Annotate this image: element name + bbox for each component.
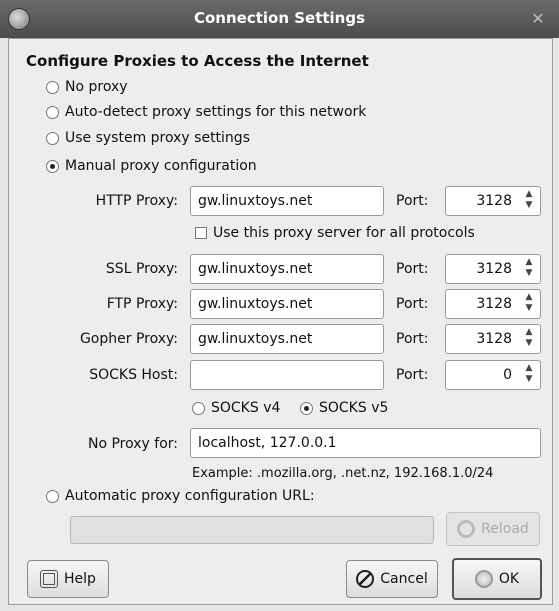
ok-check-icon — [474, 570, 493, 588]
cancel-icon — [356, 570, 375, 588]
gopher-port-value: 3128 — [476, 331, 512, 347]
gopher-proxy-label: Gopher Proxy: — [79, 331, 178, 347]
gopher-port-spinner[interactable]: 3128 ▲ ▼ — [445, 324, 541, 354]
spinner-arrows-icon[interactable]: ▲ ▼ — [521, 257, 537, 281]
reload-icon — [457, 520, 476, 538]
radio-manual-proxy-label: Manual proxy configuration — [65, 158, 257, 174]
close-icon[interactable]: ✕ — [527, 8, 549, 30]
socks-port-spinner[interactable]: 0 ▲ ▼ — [445, 360, 541, 390]
ftp-port-label: Port: — [396, 296, 429, 312]
auto-url-field — [70, 516, 434, 544]
radio-socks-v4[interactable]: SOCKS v4 — [192, 400, 280, 416]
radio-circle-selected[interactable] — [300, 401, 313, 415]
socks-port-value: 0 — [503, 367, 512, 383]
radio-circle-selected[interactable] — [46, 159, 59, 173]
same-proxy-checkbox[interactable]: Use this proxy server for all protocols — [195, 225, 475, 241]
ssl-port-spinner[interactable]: 3128 ▲ ▼ — [445, 254, 541, 284]
socks-host-field[interactable] — [190, 360, 384, 390]
http-port-spinner[interactable]: 3128 ▲ ▼ — [445, 186, 541, 216]
cancel-button-label: Cancel — [380, 571, 428, 587]
ssl-proxy-field[interactable]: gw.linuxtoys.net — [190, 254, 384, 284]
radio-socks-v5[interactable]: SOCKS v5 — [300, 400, 388, 416]
radio-manual-proxy[interactable]: Manual proxy configuration — [46, 158, 257, 174]
radio-circle[interactable] — [46, 131, 59, 145]
ok-button-label: OK — [498, 571, 520, 587]
ssl-port-value: 3128 — [476, 261, 512, 277]
window-title: Connection Settings — [193, 9, 366, 27]
ftp-proxy-label: FTP Proxy: — [106, 296, 178, 312]
checkbox-box[interactable] — [195, 227, 207, 239]
http-port-label: Port: — [396, 193, 429, 209]
radio-auto-detect-label: Auto-detect proxy settings for this netw… — [65, 104, 367, 120]
radio-auto-url[interactable]: Automatic proxy configuration URL: — [46, 488, 315, 504]
help-lifebuoy-icon — [40, 570, 59, 588]
socks-host-label: SOCKS Host: — [89, 367, 178, 383]
ssl-proxy-label: SSL Proxy: — [105, 261, 178, 277]
spinner-arrows-icon[interactable]: ▲ ▼ — [521, 292, 537, 316]
radio-no-proxy[interactable]: No proxy — [46, 79, 128, 95]
radio-system-proxy[interactable]: Use system proxy settings — [46, 130, 250, 146]
no-proxy-for-field[interactable]: localhost, 127.0.0.1 — [190, 428, 541, 458]
title-bar: Connection Settings ✕ — [0, 0, 559, 38]
cancel-button[interactable]: Cancel — [346, 560, 438, 598]
ssl-port-label: Port: — [396, 261, 429, 277]
no-proxy-for-label: No Proxy for: — [87, 436, 178, 452]
radio-circle[interactable] — [46, 489, 59, 503]
spinner-arrows-icon[interactable]: ▲ ▼ — [521, 327, 537, 351]
reload-button: Reload — [446, 512, 540, 546]
spinner-arrows-icon[interactable]: ▲ ▼ — [521, 189, 537, 213]
help-button-label: Help — [64, 571, 96, 587]
reload-button-label: Reload — [481, 521, 529, 537]
no-proxy-example: Example: .mozilla.org, .net.nz, 192.168.… — [192, 466, 494, 481]
ftp-proxy-field[interactable]: gw.linuxtoys.net — [190, 289, 384, 319]
ftp-port-value: 3128 — [476, 296, 512, 312]
gopher-port-label: Port: — [396, 331, 429, 347]
radio-system-proxy-label: Use system proxy settings — [65, 130, 250, 146]
radio-auto-url-label: Automatic proxy configuration URL: — [65, 488, 315, 504]
radio-auto-detect[interactable]: Auto-detect proxy settings for this netw… — [46, 104, 366, 120]
http-port-value: 3128 — [476, 193, 512, 209]
radio-socks-v5-label: SOCKS v5 — [319, 400, 389, 416]
ftp-port-spinner[interactable]: 3128 ▲ ▼ — [445, 289, 541, 319]
socks-port-label: Port: — [396, 367, 429, 383]
gopher-proxy-field[interactable]: gw.linuxtoys.net — [190, 324, 384, 354]
help-button[interactable]: Help — [27, 560, 109, 598]
radio-circle[interactable] — [46, 105, 59, 119]
http-proxy-label: HTTP Proxy: — [95, 193, 178, 209]
radio-no-proxy-label: No proxy — [65, 79, 128, 95]
radio-circle[interactable] — [46, 80, 59, 94]
radio-socks-v4-label: SOCKS v4 — [211, 400, 281, 416]
http-proxy-field[interactable]: gw.linuxtoys.net — [190, 186, 384, 216]
same-proxy-label: Use this proxy server for all protocols — [213, 225, 475, 241]
section-heading: Configure Proxies to Access the Internet — [26, 52, 369, 70]
ok-button[interactable]: OK — [452, 558, 542, 600]
spinner-arrows-icon[interactable]: ▲ ▼ — [521, 363, 537, 387]
radio-circle[interactable] — [192, 401, 205, 415]
